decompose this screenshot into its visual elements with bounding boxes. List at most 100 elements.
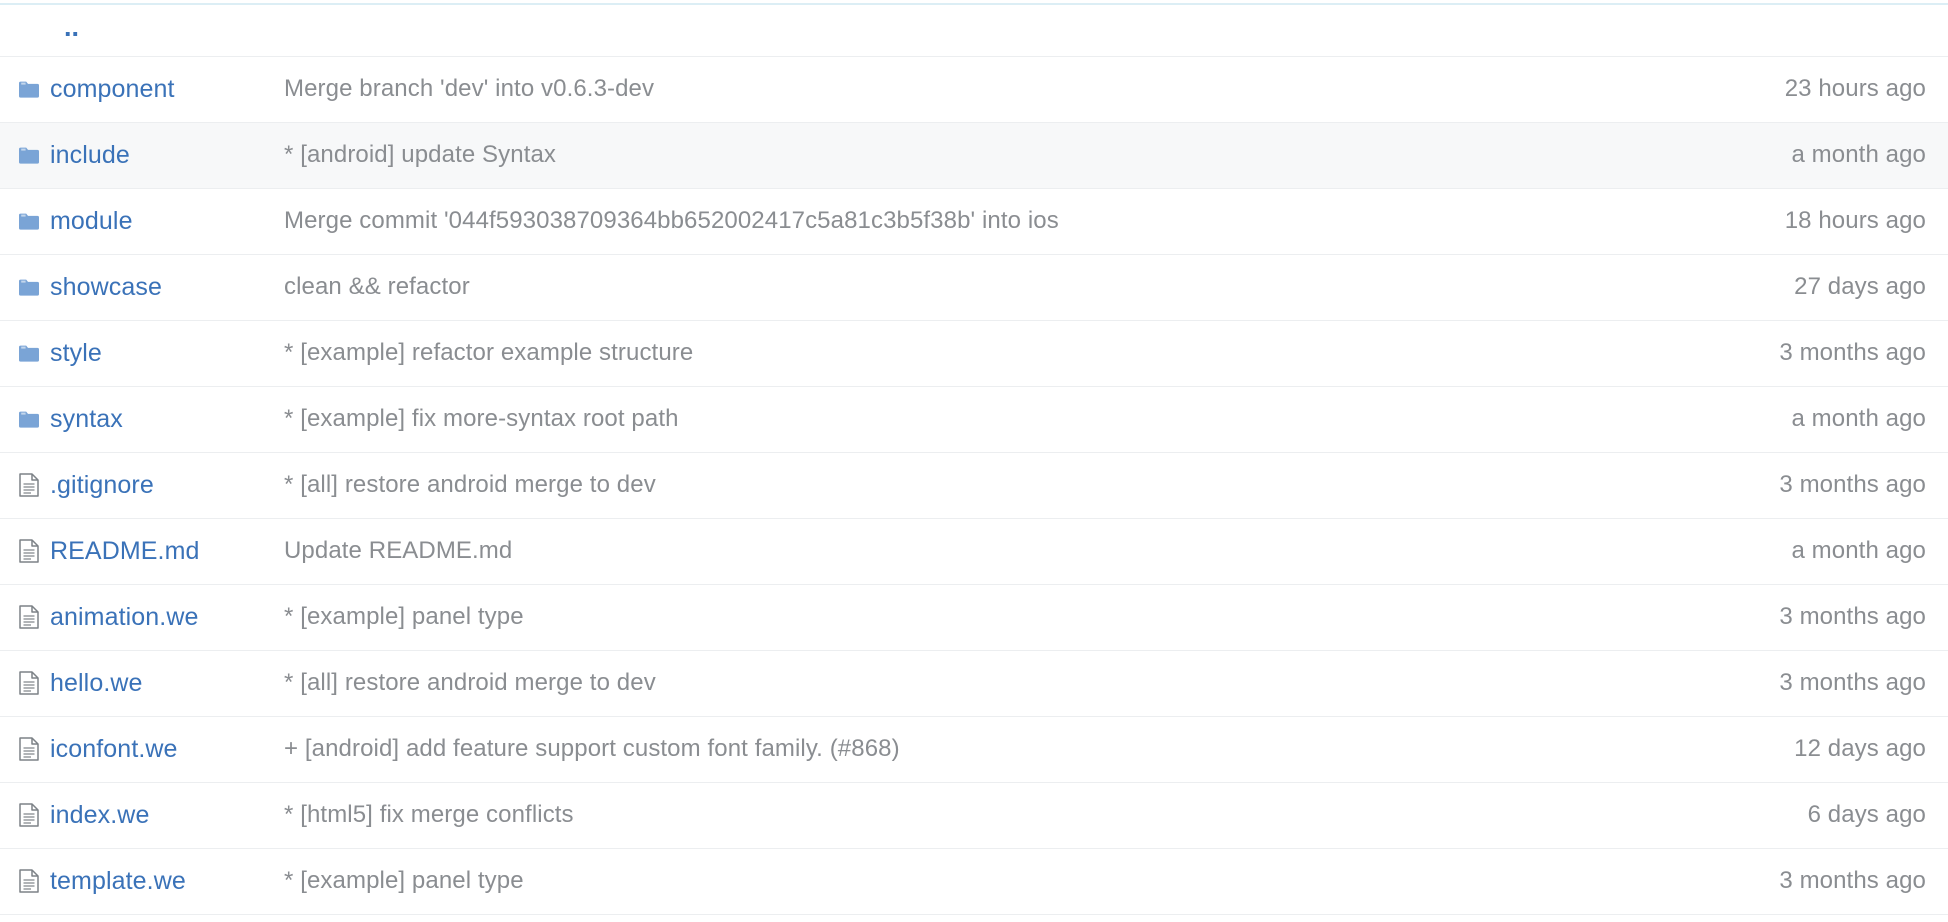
commit-message[interactable]: * [html5] fix merge conflicts xyxy=(284,801,574,828)
commit-relative-time: a month ago xyxy=(1791,405,1926,432)
table-row[interactable]: hello.we * [all] restore android merge to… xyxy=(0,650,1948,716)
commit-message-cell: + [android] add feature support custom f… xyxy=(280,716,1648,782)
file-name-cell: index.we xyxy=(0,782,280,848)
file-name-wrapper: iconfont.we xyxy=(18,736,280,762)
commit-message[interactable]: * [example] refactor example structure xyxy=(284,339,693,366)
commit-message[interactable]: * [example] fix more-syntax root path xyxy=(284,405,679,432)
commit-time-cell: 27 days ago xyxy=(1648,254,1948,320)
commit-relative-time: 3 months ago xyxy=(1779,603,1926,630)
file-name-link[interactable]: component xyxy=(50,76,175,102)
commit-message[interactable]: Update README.md xyxy=(284,537,512,564)
folder-icon xyxy=(18,78,40,100)
commit-message[interactable]: * [example] panel type xyxy=(284,603,524,630)
table-row[interactable]: showcase clean && refactor 27 days ago xyxy=(0,254,1948,320)
commit-message-cell: * [example] panel type xyxy=(280,848,1648,914)
commit-time-cell: 3 months ago xyxy=(1648,320,1948,386)
file-name-link[interactable]: index.we xyxy=(50,802,149,828)
table-row[interactable]: index.we * [html5] fix merge conflicts 6 d… xyxy=(0,782,1948,848)
file-name-wrapper: style xyxy=(18,340,280,366)
commit-relative-time: a month ago xyxy=(1791,141,1926,168)
file-name-link[interactable]: style xyxy=(50,340,102,366)
commit-relative-time: 3 months ago xyxy=(1779,867,1926,894)
file-name-wrapper: .gitignore xyxy=(18,472,280,498)
commit-message[interactable]: Merge commit '044f593038709364bb65200241… xyxy=(284,207,1059,234)
parent-directory-link[interactable]: .. xyxy=(18,14,79,41)
file-name-cell: animation.we xyxy=(0,584,280,650)
commit-message[interactable]: clean && refactor xyxy=(284,273,470,300)
commit-message[interactable]: * [all] restore android merge to dev xyxy=(284,669,656,696)
commit-message[interactable]: + [android] add feature support custom f… xyxy=(284,735,900,762)
folder-icon xyxy=(18,210,40,232)
commit-message[interactable]: Merge branch 'dev' into v0.6.3-dev xyxy=(284,75,654,102)
commit-time-cell: 23 hours ago xyxy=(1648,56,1948,122)
table-row[interactable]: README.md Update README.md a month ago xyxy=(0,518,1948,584)
file-name-cell: template.we xyxy=(0,848,280,914)
commit-time-cell: 3 months ago xyxy=(1648,584,1948,650)
commit-message-cell: * [android] update Syntax xyxy=(280,122,1648,188)
file-name-link[interactable]: .gitignore xyxy=(50,472,154,498)
table-row[interactable]: iconfont.we + [android] add feature suppo… xyxy=(0,716,1948,782)
file-name-link[interactable]: animation.we xyxy=(50,604,199,630)
table-row[interactable]: .gitignore * [all] restore android merge … xyxy=(0,452,1948,518)
parent-directory-name-cell: .. xyxy=(0,0,280,56)
commit-time-cell: a month ago xyxy=(1648,386,1948,452)
file-name-wrapper: component xyxy=(18,76,280,102)
commit-message-cell: * [html5] fix merge conflicts xyxy=(280,782,1648,848)
table-row[interactable]: module Merge commit '044f593038709364bb65… xyxy=(0,188,1948,254)
file-name-cell: style xyxy=(0,320,280,386)
commit-message[interactable]: * [android] update Syntax xyxy=(284,141,556,168)
file-name-link[interactable]: showcase xyxy=(50,274,162,300)
commit-message-cell: Update README.md xyxy=(280,518,1648,584)
file-name-link[interactable]: template.we xyxy=(50,868,186,894)
commit-message-cell: Merge branch 'dev' into v0.6.3-dev xyxy=(280,56,1648,122)
commit-message[interactable]: * [all] restore android merge to dev xyxy=(284,471,656,498)
commit-message-cell: * [example] refactor example structure xyxy=(280,320,1648,386)
file-name-cell: README.md xyxy=(0,518,280,584)
commit-relative-time: 23 hours ago xyxy=(1784,75,1926,102)
file-icon xyxy=(18,803,40,827)
commit-message[interactable]: * [example] panel type xyxy=(284,867,524,894)
file-name-wrapper: animation.we xyxy=(18,604,280,630)
file-name-link[interactable]: iconfont.we xyxy=(50,736,178,762)
file-name-cell: module xyxy=(0,188,280,254)
file-name-cell: showcase xyxy=(0,254,280,320)
file-name-cell: component xyxy=(0,56,280,122)
file-name-link[interactable]: include xyxy=(50,142,130,168)
file-list-body: .. component Merge branch 'dev' into v0.6… xyxy=(0,0,1948,914)
commit-message-cell: * [all] restore android merge to dev xyxy=(280,650,1648,716)
file-icon xyxy=(18,737,40,761)
file-name-link[interactable]: hello.we xyxy=(50,670,143,696)
table-row[interactable]: animation.we * [example] panel type 3 mont… xyxy=(0,584,1948,650)
commit-time-cell: a month ago xyxy=(1648,122,1948,188)
file-name-link[interactable]: syntax xyxy=(50,406,123,432)
file-list-table: .. component Merge branch 'dev' into v0.6… xyxy=(0,0,1948,915)
commit-relative-time: a month ago xyxy=(1791,537,1926,564)
file-icon xyxy=(18,869,40,893)
table-row[interactable]: style * [example] refactor example struct… xyxy=(0,320,1948,386)
file-name-link[interactable]: README.md xyxy=(50,538,200,564)
commit-relative-time: 3 months ago xyxy=(1779,339,1926,366)
commit-message-cell: * [example] fix more-syntax root path xyxy=(280,386,1648,452)
file-icon xyxy=(18,473,40,497)
folder-icon xyxy=(18,144,40,166)
repository-file-browser: .. component Merge branch 'dev' into v0.6… xyxy=(0,0,1948,922)
commit-message-cell: * [all] restore android merge to dev xyxy=(280,452,1648,518)
file-name-wrapper: module xyxy=(18,208,280,234)
file-icon xyxy=(18,539,40,563)
commit-message-cell: clean && refactor xyxy=(280,254,1648,320)
table-row[interactable]: include * [android] update Syntax a month … xyxy=(0,122,1948,188)
file-name-cell: .gitignore xyxy=(0,452,280,518)
file-name-link[interactable]: module xyxy=(50,208,133,234)
table-row[interactable]: template.we * [example] panel type 3 month… xyxy=(0,848,1948,914)
file-name-cell: include xyxy=(0,122,280,188)
commit-relative-time: 18 hours ago xyxy=(1784,207,1926,234)
file-name-wrapper: showcase xyxy=(18,274,280,300)
file-icon xyxy=(18,671,40,695)
table-row[interactable]: component Merge branch 'dev' into v0.6.3-… xyxy=(0,56,1948,122)
parent-directory-message-cell xyxy=(280,0,1648,56)
commit-time-cell: 3 months ago xyxy=(1648,650,1948,716)
file-name-cell: iconfont.we xyxy=(0,716,280,782)
commit-relative-time: 3 months ago xyxy=(1779,471,1926,498)
parent-directory-row[interactable]: .. xyxy=(0,0,1948,56)
table-row[interactable]: syntax * [example] fix more-syntax root p… xyxy=(0,386,1948,452)
